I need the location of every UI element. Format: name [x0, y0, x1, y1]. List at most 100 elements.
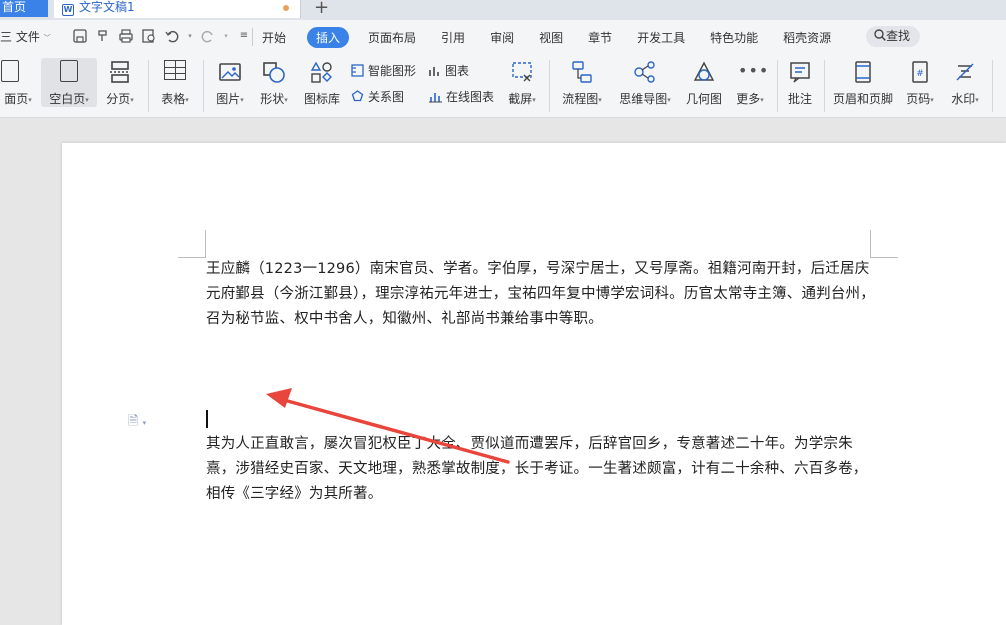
document-tab-label: 文字文稿1 — [79, 0, 135, 14]
relation-chart-button[interactable]: 关系图 — [350, 88, 404, 105]
more-button[interactable]: ••• 更多▾ — [731, 58, 769, 107]
tab-page-layout[interactable]: 页面布局 — [368, 27, 416, 48]
tab-docer-resources[interactable]: 稻壳资源 — [783, 27, 831, 48]
geometry-button[interactable]: 几何图 — [683, 58, 725, 107]
new-tab-button[interactable]: + — [314, 0, 329, 18]
redo-icon[interactable] — [200, 28, 216, 44]
online-chart-icon — [429, 93, 442, 103]
chevron-down-icon: ﹀ — [43, 34, 51, 42]
tab-insert[interactable]: 插入 — [307, 27, 350, 48]
quick-access-toolbar: ▾ ▾ ≡ — [72, 28, 252, 44]
undo-icon[interactable] — [164, 28, 180, 44]
picture-button[interactable]: 图片▾ — [210, 58, 250, 107]
mindmap-label: 思维导图 — [619, 92, 668, 106]
watermark-icon — [953, 60, 977, 84]
divider — [252, 28, 253, 46]
icon-library-label: 图标库 — [303, 92, 340, 106]
watermark-button[interactable]: 水印▾ — [944, 58, 986, 107]
table-icon — [163, 60, 187, 84]
comment-label: 批注 — [787, 92, 812, 106]
paragraph-2[interactable]: 其为人正直敢言，屡次冒犯权臣丁大全、贾似道而遭罢斥，后辞官回乡，专意著述二十年。… — [206, 432, 878, 507]
divider — [203, 60, 204, 112]
header-footer-label: 页眉和页脚 — [832, 92, 893, 106]
document-tab[interactable]: W 文字文稿1 — [54, 0, 301, 18]
divider — [777, 60, 778, 112]
cover-page-icon — [0, 60, 22, 84]
page-break-icon — [108, 60, 132, 84]
margin-marker-top-right — [870, 230, 898, 258]
save-icon[interactable] — [72, 28, 88, 44]
document-icon: W — [62, 4, 74, 16]
header-footer-icon — [851, 60, 875, 84]
customize-toolbar-icon[interactable]: ≡ — [236, 28, 252, 44]
chart-label: 图表 — [445, 64, 470, 78]
search-button[interactable]: 查找 — [866, 26, 920, 47]
text-cursor — [206, 410, 208, 428]
file-menu[interactable]: 三 文件 ﹀ — [0, 28, 51, 45]
tab-section[interactable]: 章节 — [588, 27, 612, 48]
undo-dropdown-icon[interactable]: ▾ — [187, 28, 193, 44]
online-chart-button[interactable]: 在线图表 — [428, 88, 494, 105]
geometry-label: 几何图 — [685, 92, 722, 106]
tab-references[interactable]: 引用 — [441, 27, 465, 48]
page-number-icon: # — [908, 60, 932, 84]
paragraph-handle-icon[interactable]: 🗎 ▾ — [128, 412, 146, 434]
mindmap-button[interactable]: 思维导图▾ — [615, 58, 675, 107]
smart-graphic-button[interactable]: 智能图形 — [350, 62, 416, 79]
tab-developer[interactable]: 开发工具 — [637, 27, 685, 48]
tab-review[interactable]: 审阅 — [490, 27, 514, 48]
print-icon[interactable] — [118, 28, 134, 44]
shape-label: 形状 — [260, 92, 285, 106]
online-chart-label: 在线图表 — [446, 90, 495, 104]
search-icon — [874, 29, 886, 41]
shape-icon — [262, 60, 286, 84]
comment-button[interactable]: 批注 — [783, 58, 817, 107]
tab-view[interactable]: 视图 — [539, 27, 563, 48]
redo-dropdown-icon[interactable]: ▾ — [223, 28, 229, 44]
file-menu-label: 三 文件 — [0, 30, 40, 44]
picture-icon — [218, 60, 242, 84]
chart-icon — [429, 66, 439, 76]
more-label: 更多 — [736, 92, 761, 106]
shape-button[interactable]: 形状▾ — [254, 58, 294, 107]
icon-library-button[interactable]: 图标库 — [302, 58, 342, 107]
tab-special-features[interactable]: 特色功能 — [710, 27, 758, 48]
home-tab[interactable]: 首页 — [0, 0, 48, 17]
flowchart-button[interactable]: 流程图▾ — [557, 58, 607, 107]
icon-library-icon — [310, 60, 334, 84]
menu-bar: 三 文件 ﹀ ▾ ▾ ≡ 开始 插入 页面布局 引用 审阅 视图 章节 开发工具 — [0, 20, 1006, 56]
page-number-button[interactable]: # 页码▾ — [900, 58, 940, 107]
relation-chart-icon — [351, 90, 364, 102]
blank-page-button[interactable]: 空白页▾ — [41, 58, 97, 107]
table-button[interactable]: 表格▾ — [155, 58, 195, 107]
tab-bar: 首页 W 文字文稿1 + — [0, 0, 1006, 20]
insert-ribbon: 面页▾ 空白页▾ 分页▾ 表格▾ 图片▾ 形状▾ 图标库 智能图形 图表 关系图… — [0, 56, 1006, 118]
table-label: 表格 — [161, 92, 186, 106]
chart-button[interactable]: 图表 — [428, 62, 469, 79]
more-icon: ••• — [738, 61, 770, 80]
paragraph-1[interactable]: 王应麟（1223一1296）南宋官员、学者。字伯厚，号深宁居士，又号厚斋。祖籍河… — [206, 257, 878, 332]
divider — [549, 60, 550, 112]
geometry-icon — [692, 60, 716, 84]
print-preview-icon[interactable] — [141, 28, 157, 44]
format-painter-icon[interactable] — [95, 28, 111, 44]
divider — [148, 60, 149, 112]
flowchart-label: 流程图 — [562, 92, 599, 106]
flowchart-icon — [570, 60, 594, 84]
tab-start[interactable]: 开始 — [262, 27, 286, 48]
page-break-button[interactable]: 分页▾ — [101, 58, 139, 107]
cover-page-button[interactable]: 面页▾ — [0, 58, 36, 107]
screenshot-label: 截屏 — [508, 92, 533, 106]
screenshot-button[interactable]: 截屏▾ — [502, 58, 542, 107]
smart-graphic-icon — [351, 64, 364, 77]
document-page[interactable] — [62, 143, 1006, 625]
header-footer-button[interactable]: 页眉和页脚 — [830, 58, 896, 107]
page-break-label: 分页 — [106, 92, 131, 106]
comment-icon — [788, 60, 812, 84]
watermark-label: 水印 — [951, 92, 976, 106]
divider — [824, 60, 825, 112]
svg-text:#: # — [916, 69, 924, 79]
blank-page-icon — [57, 60, 81, 84]
picture-label: 图片 — [216, 92, 241, 106]
mindmap-icon — [633, 60, 657, 84]
